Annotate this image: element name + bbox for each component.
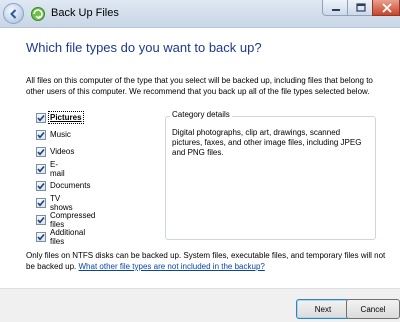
checkmark-icon <box>37 233 45 241</box>
back-arrow-icon <box>9 8 16 19</box>
maximize-icon <box>356 3 366 12</box>
checkbox-label: Videos <box>50 147 75 156</box>
checkmark-icon <box>37 182 45 190</box>
minimize-icon <box>332 9 340 11</box>
checkbox-label: TV shows <box>50 193 73 212</box>
next-button[interactable]: Next <box>296 299 350 319</box>
page-heading: Which file types do you want to back up? <box>26 40 262 55</box>
checkbox-box[interactable] <box>36 163 46 174</box>
category-details-title: Category details <box>170 110 232 119</box>
title-bar: Back Up Files <box>0 0 400 28</box>
checkbox-tv-shows[interactable]: TV shows <box>36 193 73 212</box>
checkbox-box[interactable] <box>36 129 46 140</box>
checkmark-icon <box>37 216 45 224</box>
checkbox-email[interactable]: E-mail <box>36 159 65 178</box>
checkmark-icon <box>37 114 45 122</box>
checkbox-label: E-mail <box>50 159 65 178</box>
window-title: Back Up Files <box>51 7 119 19</box>
close-button[interactable] <box>372 0 400 16</box>
checkbox-additional-files[interactable]: Additional files <box>36 227 86 246</box>
checkbox-compressed-files[interactable]: Compressed files <box>36 210 96 229</box>
excluded-file-types-link[interactable]: What other file types are not included i… <box>79 262 265 271</box>
checkbox-label: Additional files <box>50 227 86 246</box>
checkmark-icon <box>37 131 45 139</box>
checkbox-documents[interactable]: Documents <box>36 179 90 192</box>
close-icon <box>382 3 392 13</box>
minimize-button[interactable] <box>322 0 348 16</box>
checkbox-label: Music <box>50 130 71 139</box>
backup-icon <box>31 7 45 21</box>
checkmark-icon <box>37 165 45 173</box>
checkbox-label: Documents <box>50 181 91 190</box>
cancel-button[interactable]: Cancel <box>346 299 400 319</box>
checkbox-box[interactable] <box>36 146 46 157</box>
checkbox-label: Compressed files <box>50 210 96 229</box>
checkbox-box[interactable] <box>36 180 46 191</box>
checkbox-videos[interactable]: Videos <box>36 145 74 158</box>
checkbox-music[interactable]: Music <box>36 128 71 141</box>
checkbox-box[interactable] <box>36 112 46 123</box>
maximize-button[interactable] <box>347 0 373 16</box>
back-button[interactable] <box>3 3 24 24</box>
checkbox-box[interactable] <box>36 231 46 242</box>
checkmark-icon <box>37 199 45 207</box>
checkbox-label: Pictures <box>48 111 84 124</box>
checkbox-pictures[interactable]: Pictures <box>36 111 84 124</box>
category-description: Digital photographs, clip art, drawings,… <box>172 128 362 157</box>
checkbox-box[interactable] <box>36 197 46 208</box>
footer-note: Only files on NTFS disks can be backed u… <box>26 250 386 272</box>
checkbox-box[interactable] <box>36 214 46 225</box>
checkmark-icon <box>37 148 45 156</box>
intro-text: All files on this computer of the type t… <box>26 76 373 96</box>
